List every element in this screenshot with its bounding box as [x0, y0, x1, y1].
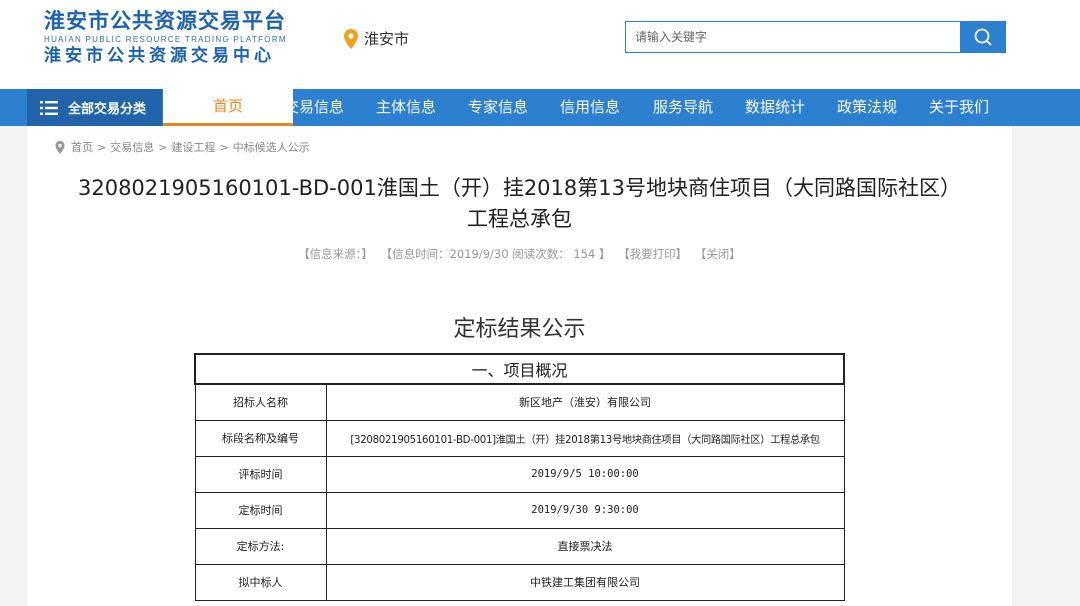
nav-trading-info[interactable]: 交易信息 — [275, 89, 353, 126]
main-nav: 全部交易分类 首页 交易信息 主体信息 专家信息 信用信息 服务导航 数据统计 … — [0, 89, 1080, 126]
nav-entity-info[interactable]: 主体信息 — [367, 89, 445, 126]
row-value: [3208021905160101-BD-001]淮国土（开）挂2018第13号… — [325, 419, 845, 457]
table-row: 拟中标人 中铁建工集团有限公司 — [194, 563, 845, 601]
city-label: 淮安市 — [364, 30, 410, 48]
search-input[interactable] — [626, 22, 960, 52]
breadcrumb: 首页 > 交易信息 > 建设工程 > 中标候选人公示 — [55, 139, 310, 155]
row-value: 2019/9/30 9:30:00 — [325, 491, 845, 529]
meta-time: 【信息时间：2019/9/30 阅读次数： 154 】 — [380, 247, 611, 261]
nav-home[interactable]: 首页 — [163, 89, 293, 126]
nav-policy[interactable]: 政策法规 — [828, 89, 906, 126]
row-label: 招标人名称 — [194, 383, 327, 421]
article-meta: 【信息来源：】 【信息时间：2019/9/30 阅读次数： 154 】 【我要打… — [27, 246, 1012, 262]
search-button[interactable] — [960, 22, 1005, 52]
document-title: 定标结果公示 — [453, 317, 586, 342]
row-value: 新区地产（淮安）有限公司 — [325, 383, 845, 421]
row-value: 2019/9/5 10:00:00 — [325, 455, 845, 493]
nav-credit-info[interactable]: 信用信息 — [551, 89, 629, 126]
breadcrumb-current[interactable]: 中标候选人公示 — [233, 139, 310, 155]
menu-icon — [40, 100, 58, 115]
nav-statistics[interactable]: 数据统计 — [736, 89, 814, 126]
close-link[interactable]: 【关闭】 — [695, 247, 741, 261]
print-link[interactable]: 【我要打印】 — [618, 247, 687, 261]
row-value: 中铁建工集团有限公司 — [325, 563, 845, 601]
meta-source: 【信息来源：】 — [298, 247, 373, 261]
search-icon — [974, 28, 992, 46]
search-bar — [625, 21, 1006, 53]
article-title-line2: 工程总承包 — [467, 207, 572, 231]
breadcrumb-separator: > — [158, 140, 168, 154]
table-row: 定标方法: 直接票决法 — [194, 527, 845, 565]
site-logo[interactable]: 淮安市公共资源交易平台 HUAIAN PUBLIC RESOURCE TRADI… — [44, 8, 309, 67]
site-header: 淮安市公共资源交易平台 HUAIAN PUBLIC RESOURCE TRADI… — [0, 0, 1080, 89]
row-label: 定标方法: — [194, 527, 327, 565]
breadcrumb-construction[interactable]: 建设工程 — [171, 139, 215, 155]
breadcrumb-trading-info[interactable]: 交易信息 — [110, 139, 154, 155]
section-title: 一、项目概况 — [194, 353, 845, 385]
row-label: 拟中标人 — [194, 563, 327, 601]
breadcrumb-home[interactable]: 首页 — [71, 139, 93, 155]
map-pin-icon — [344, 28, 358, 49]
table-row: 一、项目概况 — [194, 353, 845, 385]
nav-service-guide[interactable]: 服务导航 — [644, 89, 722, 126]
table-row: 评标时间 2019/9/5 10:00:00 — [194, 455, 845, 493]
nav-about[interactable]: 关于我们 — [920, 89, 998, 126]
breadcrumb-separator: > — [219, 140, 229, 154]
article-title-line1: 3208021905160101-BD-001淮国土（开）挂2018第13号地块… — [77, 176, 961, 200]
all-categories-label: 全部交易分类 — [68, 102, 147, 117]
all-categories-button[interactable]: 全部交易分类 — [27, 89, 162, 126]
table-row: 招标人名称 新区地产（淮安）有限公司 — [194, 383, 845, 421]
article-panel: 首页 > 交易信息 > 建设工程 > 中标候选人公示 3208021905160… — [27, 126, 1012, 606]
logo-english: HUAIAN PUBLIC RESOURCE TRADING PLATFORM — [44, 35, 287, 44]
logo-title-top: 淮安市公共资源交易平台 — [44, 9, 286, 33]
nav-expert-info[interactable]: 专家信息 — [459, 89, 537, 126]
breadcrumb-separator: > — [97, 140, 107, 154]
logo-title-bottom: 淮安市公共资源交易中心 — [44, 46, 275, 66]
row-label: 评标时间 — [194, 455, 327, 493]
row-label: 定标时间 — [194, 491, 327, 529]
result-table: 一、项目概况 招标人名称 新区地产（淮安）有限公司 标段名称及编号 [32080… — [194, 353, 845, 601]
location-icon — [55, 140, 65, 154]
article-title: 3208021905160101-BD-001淮国土（开）挂2018第13号地块… — [27, 173, 1012, 235]
table-row: 标段名称及编号 [3208021905160101-BD-001]淮国土（开）挂… — [194, 419, 845, 457]
table-row: 定标时间 2019/9/30 9:30:00 — [194, 491, 845, 529]
city-selector[interactable]: 淮安市 — [344, 28, 409, 49]
row-label: 标段名称及编号 — [194, 419, 327, 457]
row-value: 直接票决法 — [325, 527, 845, 565]
